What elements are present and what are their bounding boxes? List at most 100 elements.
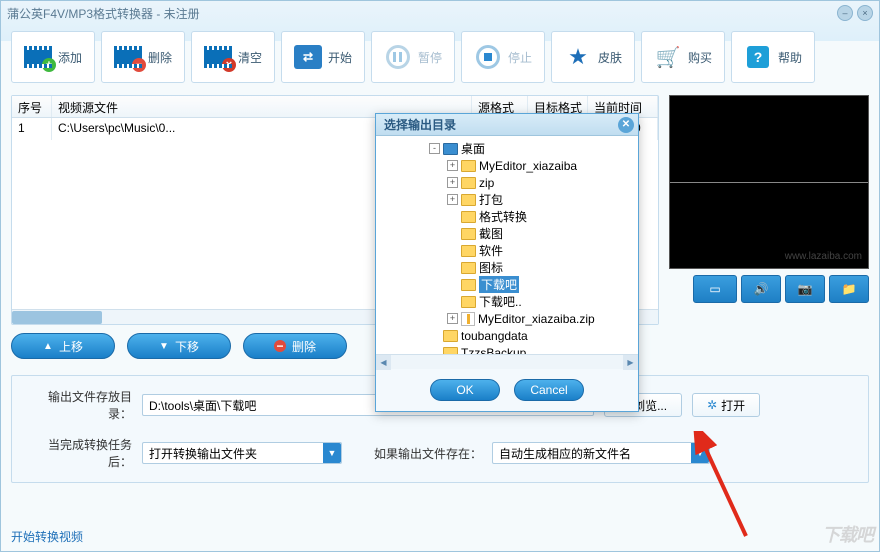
folder-chooser-dialog: 选择输出目录 ✕ -桌面+MyEditor_xiazaiba+zip+打包格式转… xyxy=(375,113,639,412)
remove-button[interactable]: −删除 xyxy=(243,333,347,359)
arrow-down-icon: ▼ xyxy=(159,341,169,352)
stop-button[interactable]: 停止 xyxy=(461,31,545,83)
folder-icon xyxy=(461,228,476,240)
skin-button[interactable]: ★皮肤 xyxy=(551,31,635,83)
start-button[interactable]: ⇄开始 xyxy=(281,31,365,83)
folder-icon xyxy=(443,330,458,342)
tree-node[interactable]: + MyEditor_xiazaiba xyxy=(378,157,636,174)
dialog-title: 选择输出目录 xyxy=(384,116,618,133)
chevron-down-icon: ▼ xyxy=(691,443,709,463)
scroll-right-icon[interactable]: ▶ xyxy=(623,355,638,370)
gear-icon: ✲ xyxy=(707,398,717,412)
tree-node[interactable]: 软件 xyxy=(378,242,636,259)
col-seq[interactable]: 序号 xyxy=(12,96,52,117)
dialog-titlebar[interactable]: 选择输出目录 ✕ xyxy=(376,114,638,136)
tree-node-label: 软件 xyxy=(479,242,503,259)
tree-node-label: MyEditor_xiazaiba xyxy=(479,159,577,173)
film-icon: × xyxy=(204,46,232,68)
cart-icon: 🛒 xyxy=(656,45,681,70)
minimize-icon[interactable]: – xyxy=(837,5,853,21)
expand-icon[interactable]: + xyxy=(447,177,458,188)
expand-icon[interactable] xyxy=(429,347,440,354)
after-label: 当完成转换任务后： xyxy=(26,436,132,470)
after-select[interactable]: 打开转换输出文件夹▼ xyxy=(142,442,342,464)
expand-icon[interactable]: + xyxy=(447,160,458,171)
tree-node-label: 下载吧 xyxy=(479,276,519,293)
tree-node[interactable]: + zip xyxy=(378,174,636,191)
help-button[interactable]: ?帮助 xyxy=(731,31,815,83)
arrow-up-icon: ▲ xyxy=(43,341,53,352)
tree-node[interactable]: - 桌面 xyxy=(378,140,636,157)
scroll-left-icon[interactable]: ◀ xyxy=(376,355,391,370)
folder-icon xyxy=(461,296,476,308)
tree-node-label: 图标 xyxy=(479,259,503,276)
tree-node[interactable]: TzzsBackup xyxy=(378,344,636,354)
expand-icon[interactable] xyxy=(429,330,440,341)
expand-icon[interactable] xyxy=(447,296,458,307)
page-watermark: 下载吧 xyxy=(822,521,873,547)
folder-icon xyxy=(461,262,476,274)
folder-icon xyxy=(461,279,476,291)
folder-tree[interactable]: -桌面+MyEditor_xiazaiba+zip+打包格式转换截图软件图标下载… xyxy=(376,136,638,354)
tree-node[interactable]: 格式转换 xyxy=(378,208,636,225)
pause-button[interactable]: 暂停 xyxy=(371,31,455,83)
sound-button[interactable]: 🔊 xyxy=(741,275,781,303)
titlebar: 蒲公英F4V/MP3格式转换器 - 未注册 – × xyxy=(1,1,879,25)
exists-select[interactable]: 自动生成相应的新文件名▼ xyxy=(492,442,710,464)
expand-icon[interactable]: - xyxy=(429,143,440,154)
folder-icon xyxy=(443,347,458,355)
clear-button[interactable]: ×清空 xyxy=(191,31,275,83)
film-icon: − xyxy=(114,46,142,68)
add-button[interactable]: +添加 xyxy=(11,31,95,83)
open-button[interactable]: ✲打开 xyxy=(692,393,760,417)
zip-icon xyxy=(461,312,475,326)
folder-icon xyxy=(461,160,476,172)
move-up-button[interactable]: ▲上移 xyxy=(11,333,115,359)
preview-controls: ▭ 🔊 📷 📁 xyxy=(669,275,869,303)
cancel-button[interactable]: Cancel xyxy=(514,379,584,401)
tree-node[interactable]: 下载吧 xyxy=(378,276,636,293)
tree-node-label: 下载吧.. xyxy=(479,293,522,310)
expand-icon[interactable] xyxy=(447,211,458,222)
tree-node[interactable]: 截图 xyxy=(378,225,636,242)
snapshot-button[interactable]: 📷 xyxy=(785,275,825,303)
tree-node[interactable]: 图标 xyxy=(378,259,636,276)
tree-node[interactable]: toubangdata xyxy=(378,327,636,344)
tree-node-label: 打包 xyxy=(479,191,503,208)
delete-button[interactable]: −删除 xyxy=(101,31,185,83)
tree-node-label: toubangdata xyxy=(461,329,528,343)
folder-icon xyxy=(461,177,476,189)
camera-icon: 📷 xyxy=(798,282,813,296)
ok-button[interactable]: OK xyxy=(430,379,500,401)
star-icon: ★ xyxy=(568,44,588,70)
tree-node-label: 桌面 xyxy=(461,140,485,157)
folder-icon xyxy=(461,245,476,257)
close-icon[interactable]: ✕ xyxy=(618,117,634,133)
tree-node-label: TzzsBackup xyxy=(461,346,526,355)
tree-node[interactable]: + 打包 xyxy=(378,191,636,208)
expand-icon[interactable]: + xyxy=(447,313,458,324)
close-icon[interactable]: × xyxy=(857,5,873,21)
folder-button[interactable]: 📁 xyxy=(829,275,869,303)
tree-node[interactable]: 下载吧.. xyxy=(378,293,636,310)
buy-button[interactable]: 🛒购买 xyxy=(641,31,725,83)
app-window: 蒲公英F4V/MP3格式转换器 - 未注册 – × +添加 −删除 ×清空 ⇄开… xyxy=(0,0,880,552)
move-down-button[interactable]: ▼下移 xyxy=(127,333,231,359)
output-dir-label: 输出文件存放目录： xyxy=(26,388,132,422)
expand-icon[interactable] xyxy=(447,279,458,290)
expand-icon[interactable] xyxy=(447,245,458,256)
tree-node-label: zip xyxy=(479,176,494,190)
tree-node-label: MyEditor_xiazaiba.zip xyxy=(478,312,595,326)
tree-node-label: 格式转换 xyxy=(479,208,527,225)
expand-icon[interactable] xyxy=(447,228,458,239)
start-convert-link[interactable]: 开始转换视频 xyxy=(11,528,83,545)
fullscreen-button[interactable]: ▭ xyxy=(693,275,737,303)
expand-icon[interactable] xyxy=(447,262,458,273)
tree-horizontal-scrollbar[interactable]: ◀ ▶ xyxy=(376,354,638,369)
expand-icon[interactable]: + xyxy=(447,194,458,205)
pause-icon xyxy=(386,45,410,69)
help-icon: ? xyxy=(747,46,769,68)
tree-node[interactable]: + MyEditor_xiazaiba.zip xyxy=(378,310,636,327)
convert-icon: ⇄ xyxy=(294,45,322,69)
minus-icon: − xyxy=(274,340,286,352)
